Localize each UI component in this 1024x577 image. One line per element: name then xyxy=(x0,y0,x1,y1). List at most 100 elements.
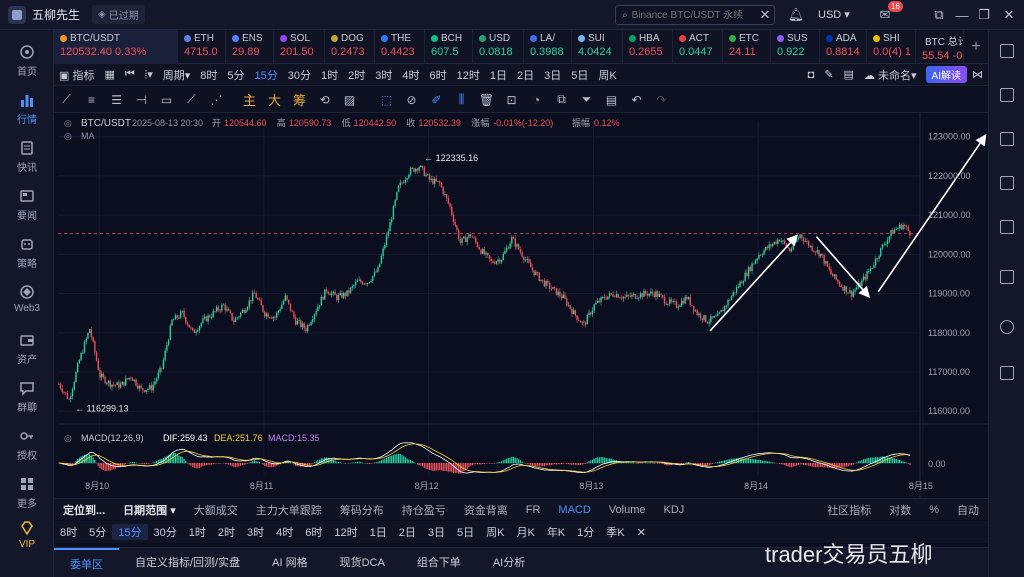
interval2-1分[interactable]: 1分 xyxy=(571,524,600,540)
grid-toggle-icon[interactable]: ▨ xyxy=(337,93,362,107)
price-chart[interactable]: 116000.00 117000.00 118000.00 119000.00 1200… xyxy=(54,113,988,498)
interval2-3日[interactable]: 3日 xyxy=(422,524,451,540)
interval-4时[interactable]: 4时 xyxy=(397,67,424,83)
bottom-tab-4[interactable]: 组合下单 xyxy=(401,548,477,577)
popout-icon[interactable]: ⧉ xyxy=(930,6,948,24)
brush-icon[interactable]: ⟋ xyxy=(179,92,204,107)
magnet-icon[interactable]: ◔ xyxy=(524,93,549,107)
display-icon[interactable] xyxy=(1000,270,1014,284)
undo-icon[interactable]: ↶ xyxy=(624,93,649,107)
interval2-1日[interactable]: 1日 xyxy=(364,524,393,540)
interval-5分[interactable]: 5分 xyxy=(222,67,249,83)
draw-icon[interactable]: ✐ xyxy=(424,93,449,107)
tab-0[interactable]: 定位到... xyxy=(54,502,114,518)
interval-1日[interactable]: 1日 xyxy=(485,67,512,83)
interval-3日[interactable]: 3日 xyxy=(539,67,566,83)
bottom-tab-0[interactable]: 委单区 xyxy=(54,547,119,577)
bottom-tab-3[interactable]: 现货DCA xyxy=(324,548,401,577)
interval2-4时[interactable]: 4时 xyxy=(270,524,299,540)
lock-icon[interactable]: ⊡ xyxy=(499,93,524,107)
interval2-月K[interactable]: 月K xyxy=(510,524,540,540)
nav-more[interactable]: 更多 xyxy=(0,476,54,510)
ticker-dog[interactable]: DOG 0.2473 xyxy=(325,30,375,64)
nav-chat[interactable]: 群聊 xyxy=(0,380,54,414)
nav-auth[interactable]: 授权 xyxy=(0,428,54,462)
hline-icon[interactable]: ≡ xyxy=(79,93,104,107)
tab-1[interactable]: 日期范围 ▾ xyxy=(114,502,185,518)
bell-icon[interactable]: 🔔︎ xyxy=(787,6,805,24)
tab-2[interactable]: 大额成交 xyxy=(185,502,247,518)
close-intervals-icon[interactable]: ✕ xyxy=(631,526,652,539)
tab-5[interactable]: 持仓盈亏 xyxy=(393,502,455,518)
big-order-button[interactable]: 大 xyxy=(262,90,287,109)
calculator-icon[interactable] xyxy=(1000,220,1014,234)
interval2-2日[interactable]: 2日 xyxy=(393,524,422,540)
interval2-年K[interactable]: 年K xyxy=(541,524,571,540)
ticker-hba[interactable]: HBA 0.2655 xyxy=(623,30,673,64)
status-badge[interactable]: ◈ 已过期 xyxy=(92,5,145,24)
interval2-2时[interactable]: 2时 xyxy=(212,524,241,540)
interval2-12时[interactable]: 12时 xyxy=(328,524,363,540)
interval-8时[interactable]: 8时 xyxy=(195,67,222,83)
search-input[interactable] xyxy=(631,9,762,21)
interval-周K[interactable]: 周K xyxy=(593,67,621,83)
interval2-周K[interactable]: 周K xyxy=(480,524,510,540)
chip-button[interactable]: 筹 xyxy=(287,90,312,109)
tab-13[interactable]: % xyxy=(920,504,948,516)
currency-selector[interactable]: USD ▾ xyxy=(818,8,850,21)
layout-icon[interactable]: ▤ xyxy=(839,68,859,81)
trend-icon[interactable] xyxy=(1000,176,1014,190)
period-selector[interactable]: 周期▾ xyxy=(158,67,196,83)
pen-icon[interactable]: ✎ xyxy=(819,68,838,81)
main-chart-button[interactable]: 主 xyxy=(237,90,262,109)
trendline-icon[interactable]: ⟋ xyxy=(54,92,79,107)
list-icon[interactable] xyxy=(1000,132,1014,146)
nav-home[interactable]: 首页 xyxy=(0,44,54,78)
clipboard-icon[interactable]: ▤ xyxy=(599,93,624,107)
nav-web3[interactable]: Web3 xyxy=(0,284,54,314)
nav-flash[interactable]: 快讯 xyxy=(0,140,54,174)
ma-eye-icon[interactable]: ◎ xyxy=(64,131,72,141)
ticker-shi[interactable]: SHI 0.0(4) 1 xyxy=(867,30,916,64)
interval2-8时[interactable]: 8时 xyxy=(54,524,83,540)
minimize-icon[interactable]: — xyxy=(953,6,971,24)
ruler-icon[interactable]: ⊘ xyxy=(399,93,424,107)
interval2-5分[interactable]: 5分 xyxy=(83,524,112,540)
tab-3[interactable]: 主力大单跟踪 xyxy=(247,502,331,518)
bottom-tab-2[interactable]: AI 网格 xyxy=(256,548,323,577)
chart-type-icon[interactable]: ⦙▾ xyxy=(140,68,158,82)
rectangle-icon[interactable]: ▭ xyxy=(154,93,179,107)
bottom-tab-1[interactable]: 自定义指标/回测/实盘 xyxy=(119,548,256,577)
tab-9[interactable]: Volume xyxy=(600,504,655,516)
interval-2日[interactable]: 2日 xyxy=(512,67,539,83)
interval-30分[interactable]: 30分 xyxy=(283,67,316,83)
tab-4[interactable]: 筹码分布 xyxy=(331,502,393,518)
camera-icon[interactable]: ◘ xyxy=(803,69,820,81)
eye-icon[interactable]: ◎ xyxy=(64,118,72,128)
channel-icon[interactable]: ☰ xyxy=(104,93,129,107)
ticker-sol[interactable]: SOL 201.50 xyxy=(274,30,325,64)
interval2-1时[interactable]: 1时 xyxy=(183,524,212,540)
interval2-15分[interactable]: 15分 xyxy=(112,524,148,540)
grid-icon[interactable] xyxy=(1000,44,1014,58)
interval-12时[interactable]: 12时 xyxy=(452,67,485,83)
redo-icon[interactable]: ↷ xyxy=(649,93,674,107)
filter-icon[interactable]: ⏷ xyxy=(574,92,599,107)
unnamed-layout[interactable]: ☁ 未命名▾ xyxy=(859,67,922,83)
sync-icon[interactable]: ⟲ xyxy=(312,93,337,107)
ticker-btc-usdt[interactable]: BTC/USDT 120532.40 0.33% xyxy=(54,30,178,64)
add-ticker-icon[interactable]: + xyxy=(964,30,988,63)
interval-2时[interactable]: 2时 xyxy=(343,67,370,83)
ticker-the[interactable]: THE 0.4423 xyxy=(375,30,425,64)
ticker-sus[interactable]: SUS 0.922 xyxy=(771,30,820,64)
nav-market[interactable]: 行情 xyxy=(0,92,54,126)
interval2-6时[interactable]: 6时 xyxy=(299,524,328,540)
restore-icon[interactable]: ❐ xyxy=(975,6,993,24)
interval-15分[interactable]: 15分 xyxy=(250,67,283,83)
tab-6[interactable]: 资金背离 xyxy=(455,502,517,518)
window-close-icon[interactable]: ✕ xyxy=(1000,6,1018,24)
nav-assets[interactable]: 资产 xyxy=(0,332,54,366)
select-icon[interactable]: ⬚ xyxy=(374,93,399,107)
nav-headlines[interactable]: 要闻 xyxy=(0,188,54,222)
calendar-icon[interactable] xyxy=(1000,366,1014,380)
